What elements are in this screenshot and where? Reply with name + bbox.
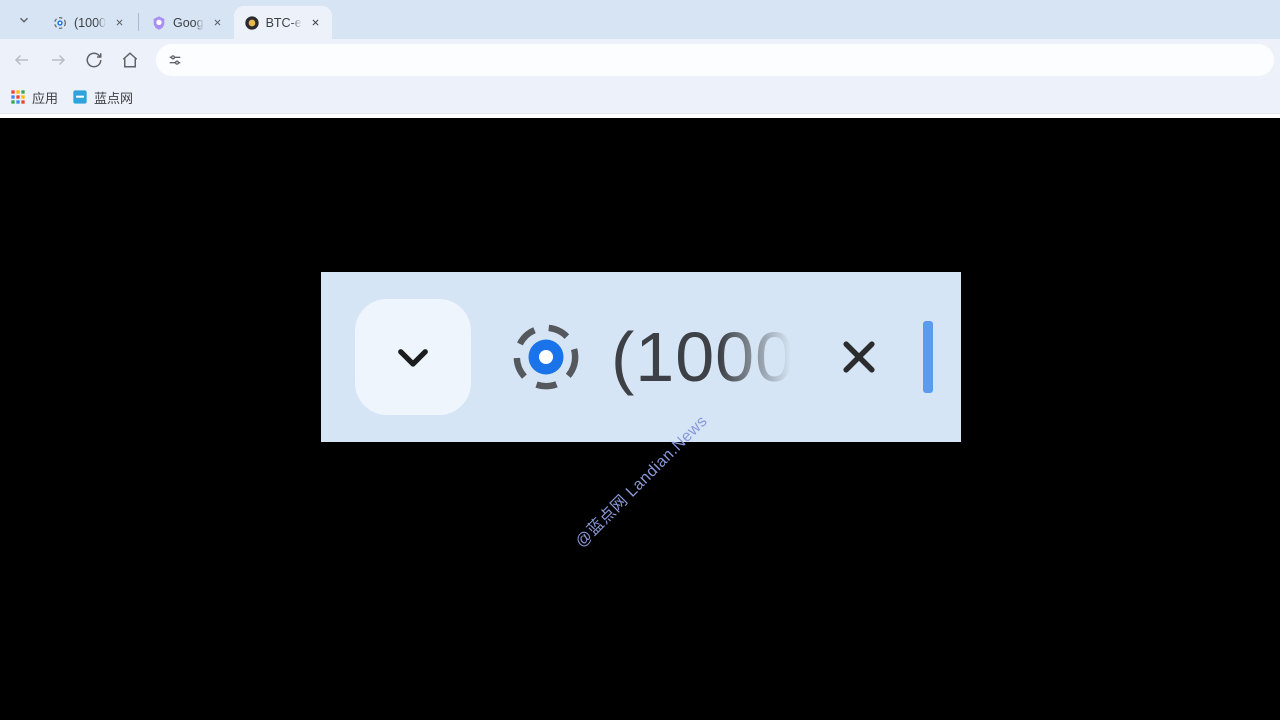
forward-button[interactable]: [42, 44, 74, 76]
tab-3-active[interactable]: BTC-e: [234, 6, 332, 39]
tab-2[interactable]: Goog: [141, 6, 234, 39]
reload-button[interactable]: [78, 44, 110, 76]
close-tab-button[interactable]: [112, 15, 128, 31]
chevron-down-icon: [392, 336, 434, 378]
site-settings-icon[interactable]: [166, 51, 184, 69]
home-icon: [121, 51, 139, 69]
tab-1[interactable]: (1000: [42, 6, 136, 39]
close-icon: [311, 18, 320, 27]
tab-separator-bar: [923, 321, 933, 393]
zoomed-tab-panel: (1000: [321, 272, 961, 442]
bookmark-label: 蓝点网: [94, 88, 133, 107]
zoom-dropdown-pill[interactable]: [355, 299, 471, 415]
close-icon: [213, 18, 222, 27]
tab-search-dropdown[interactable]: [10, 6, 38, 34]
close-icon: [837, 335, 881, 379]
tab-strip: (1000 Goog BTC-e: [0, 0, 1280, 39]
close-tab-button[interactable]: [308, 15, 324, 31]
home-button[interactable]: [114, 44, 146, 76]
loading-spinner-icon: [511, 322, 581, 392]
bookmark-apps[interactable]: 应用: [10, 88, 58, 107]
coin-icon: [244, 15, 260, 31]
zoom-close-button[interactable]: [837, 335, 881, 379]
zoom-tab-title: (1000: [611, 317, 791, 397]
bookmark-label: 应用: [32, 88, 58, 107]
address-bar[interactable]: [156, 44, 1274, 76]
site-favicon-icon: [72, 89, 88, 105]
tab-title: (1000: [74, 16, 106, 30]
close-icon: [115, 18, 124, 27]
shield-icon: [151, 15, 167, 31]
reload-icon: [85, 51, 103, 69]
chevron-down-icon: [17, 13, 31, 27]
apps-grid-icon: [10, 89, 26, 105]
loading-icon: [52, 15, 68, 31]
tab-separator: [138, 13, 139, 31]
bookmarks-bar: 应用 蓝点网: [0, 81, 1280, 114]
bookmark-landian[interactable]: 蓝点网: [72, 88, 133, 107]
arrow-left-icon: [13, 51, 31, 69]
arrow-right-icon: [49, 51, 67, 69]
close-tab-button[interactable]: [210, 15, 226, 31]
back-button[interactable]: [6, 44, 38, 76]
tab-title: BTC-e: [266, 16, 302, 30]
tab-title: Goog: [173, 16, 204, 30]
toolbar: [0, 39, 1280, 81]
page-content: (1000 @蓝点网 Landian.News: [0, 114, 1280, 720]
